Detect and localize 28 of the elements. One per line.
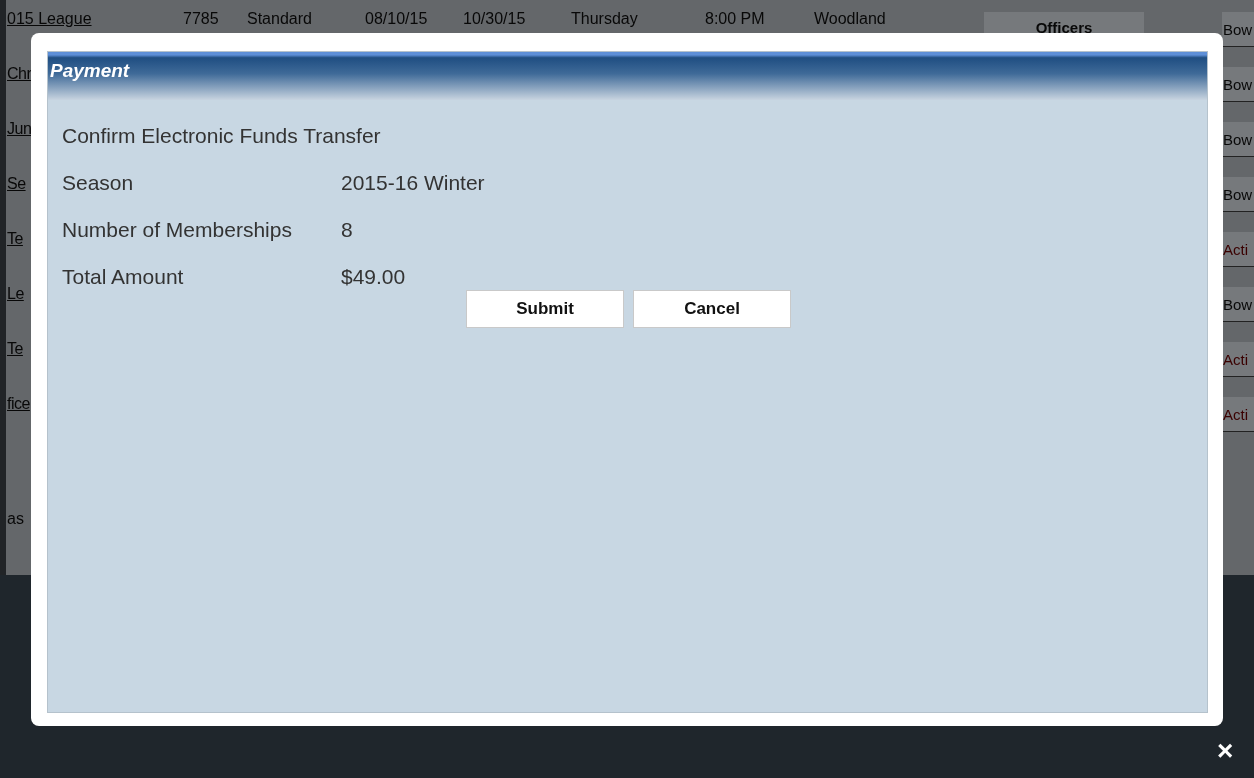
submit-button[interactable]: Submit — [466, 290, 624, 328]
field-label: Total Amount — [62, 264, 185, 289]
field-label: Number of Memberships — [62, 217, 293, 242]
action-button[interactable]: Bow — [1222, 177, 1254, 212]
action-button[interactable]: Acti — [1222, 232, 1254, 267]
table-cell-text: 10/30/15 — [462, 10, 527, 28]
action-button[interactable]: Bow — [1222, 67, 1254, 102]
cancel-button[interactable]: Cancel — [633, 290, 791, 328]
table-cell-text: 8:00 PM — [704, 10, 766, 28]
footnote-text: as — [6, 510, 24, 527]
row-link[interactable]: 015 League — [6, 10, 182, 28]
dialog-title: Payment — [49, 59, 130, 82]
close-button[interactable]: × — [1217, 735, 1234, 767]
dialog-heading: Confirm Electronic Funds Transfer — [62, 123, 381, 148]
action-button[interactable]: Bow — [1222, 12, 1254, 47]
field-value: 8 — [341, 217, 353, 242]
action-button[interactable]: Acti — [1222, 342, 1254, 377]
action-button[interactable]: Acti — [1222, 397, 1254, 432]
action-button[interactable]: Bow — [1222, 122, 1254, 157]
table-cell-text: Woodland — [813, 10, 887, 28]
table-cell-text: 7785 — [182, 10, 220, 28]
action-button[interactable]: Bow — [1222, 287, 1254, 322]
table-cell-text: Thursday — [570, 10, 639, 28]
table-cell-text: 08/10/15 — [364, 10, 429, 28]
field-label: Season — [62, 170, 135, 195]
field-value: 2015-16 Winter — [341, 170, 485, 195]
field-value: $49.00 — [341, 264, 406, 289]
table-cell-text: Standard — [246, 10, 313, 28]
